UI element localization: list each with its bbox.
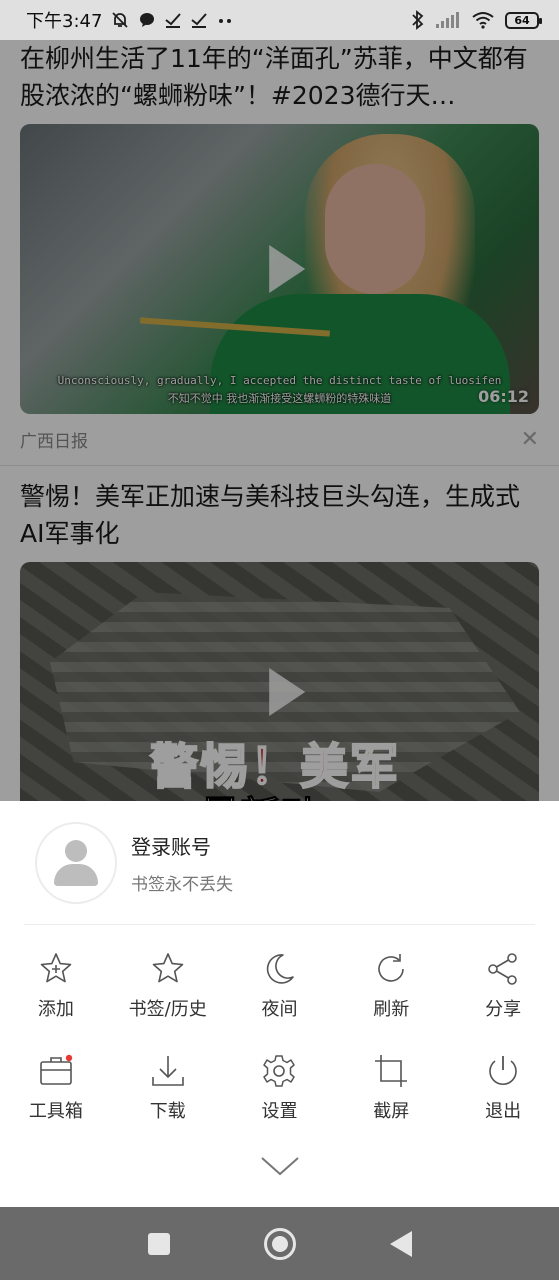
menu-sheet: 登录账号 书签永不丢失 添加 书签/历史 夜间 刷新 分享 工具箱 下载 设置 … xyxy=(0,801,559,1207)
menu-label: 添加 xyxy=(37,999,74,1020)
menu-label: 书签/历史 xyxy=(128,999,207,1020)
menu-label: 设置 xyxy=(261,1101,298,1122)
screenshot-icon xyxy=(375,1055,408,1087)
status-dim xyxy=(0,0,559,40)
menu-refresh-button[interactable]: 刷新 xyxy=(335,951,447,1053)
menu-bookmarks-button[interactable]: 书签/历史 xyxy=(112,951,224,1053)
login-title[interactable]: 登录账号 xyxy=(131,831,233,860)
star-icon xyxy=(152,953,183,983)
menu-settings-button[interactable]: 设置 xyxy=(224,1053,336,1155)
user-icon xyxy=(54,839,98,886)
menu-label: 下载 xyxy=(149,1101,186,1122)
menu-exit-button[interactable]: 退出 xyxy=(447,1053,559,1155)
avatar[interactable] xyxy=(35,821,117,904)
dim-overlay[interactable] xyxy=(0,40,559,801)
menu-share-button[interactable]: 分享 xyxy=(447,951,559,1053)
menu-label: 截屏 xyxy=(373,1101,410,1122)
share-icon xyxy=(488,953,517,985)
menu-grid: 添加 书签/历史 夜间 刷新 分享 工具箱 下载 设置 截屏 退出 xyxy=(0,925,559,1155)
login-row[interactable]: 登录账号 书签永不丢失 xyxy=(24,801,535,925)
toolbox-icon xyxy=(40,1054,73,1085)
chevron-down-icon xyxy=(260,1157,299,1176)
download-icon xyxy=(151,1056,184,1086)
login-subtitle: 书签永不丢失 xyxy=(131,874,233,895)
collapse-menu-button[interactable] xyxy=(0,1155,559,1177)
menu-label: 工具箱 xyxy=(28,1101,83,1122)
power-icon xyxy=(489,1056,517,1086)
menu-add-button[interactable]: 添加 xyxy=(0,951,112,1053)
menu-label: 分享 xyxy=(485,999,522,1020)
system-nav-bar xyxy=(0,1207,559,1280)
menu-label: 刷新 xyxy=(373,999,410,1020)
recents-icon[interactable] xyxy=(147,1232,170,1255)
refresh-icon xyxy=(378,954,405,982)
menu-night-mode-button[interactable]: 夜间 xyxy=(224,951,336,1053)
moon-icon xyxy=(267,954,295,984)
star-plus-icon xyxy=(40,953,72,983)
menu-toolbox-button[interactable]: 工具箱 xyxy=(0,1053,112,1155)
menu-download-button[interactable]: 下载 xyxy=(112,1053,224,1155)
home-icon[interactable] xyxy=(263,1227,296,1260)
gear-icon xyxy=(263,1055,296,1087)
back-icon[interactable] xyxy=(389,1230,412,1257)
menu-label: 退出 xyxy=(485,1101,522,1122)
menu-screenshot-button[interactable]: 截屏 xyxy=(335,1053,447,1155)
menu-label: 夜间 xyxy=(261,999,298,1020)
